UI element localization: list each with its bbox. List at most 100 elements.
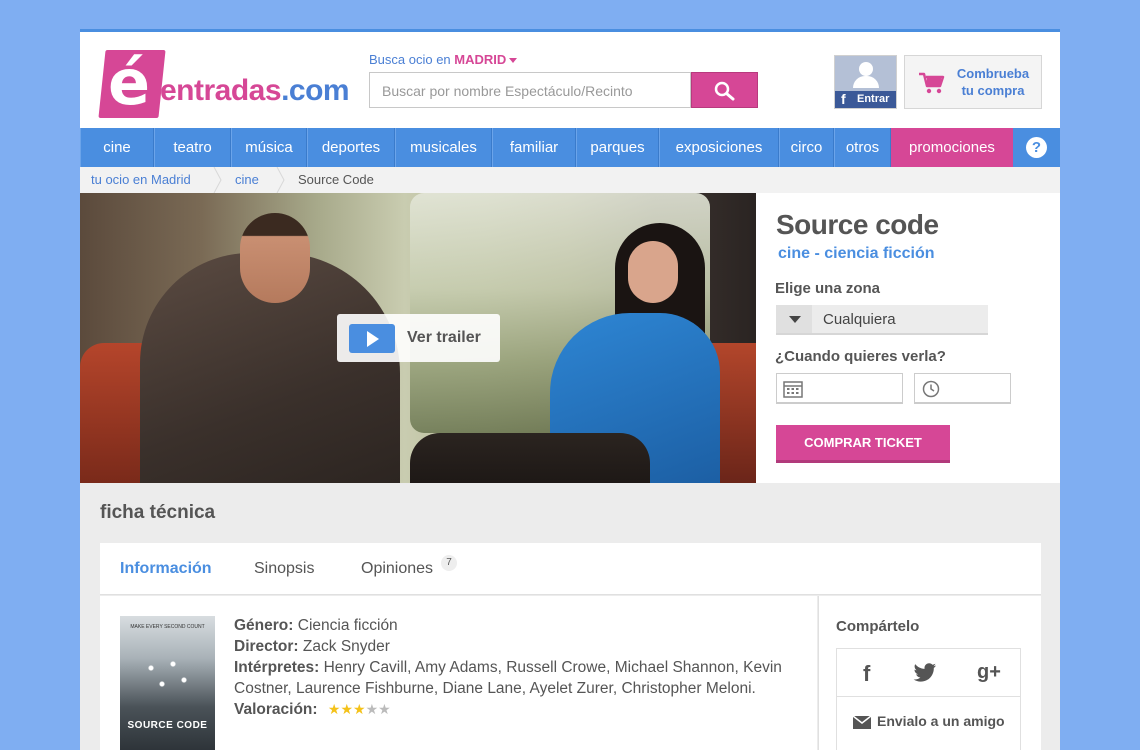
poster-title: SOURCE CODE bbox=[127, 720, 208, 731]
nav-promociones[interactable]: promociones bbox=[891, 128, 1013, 167]
rating-label: Valoración: bbox=[234, 701, 318, 718]
calendar-icon bbox=[783, 381, 803, 398]
buy-ticket-button[interactable]: COMPRAR TICKET bbox=[776, 425, 950, 463]
nav-exposiciones[interactable]: exposiciones bbox=[659, 128, 779, 167]
cart-icon bbox=[919, 72, 945, 94]
check-purchase-button[interactable]: Combrueba tu compra bbox=[904, 55, 1042, 109]
chevron-down-icon bbox=[509, 58, 518, 64]
city-name: MADRID bbox=[454, 52, 507, 67]
play-icon bbox=[349, 324, 395, 353]
site-logo[interactable]: é entradas.com bbox=[98, 46, 350, 120]
nav-musicales[interactable]: musicales bbox=[395, 128, 492, 167]
help-icon: ? bbox=[1026, 137, 1047, 158]
nav-familiar[interactable]: familiar bbox=[492, 128, 576, 167]
search-label-prefix: Busca ocio en bbox=[369, 52, 451, 67]
watch-trailer-button[interactable]: Ver trailer bbox=[337, 314, 500, 362]
section-title: ficha técnica bbox=[100, 502, 216, 523]
hero-image: Ver trailer bbox=[80, 193, 756, 483]
facebook-icon[interactable]: f bbox=[863, 661, 870, 687]
chevron-down-icon bbox=[776, 305, 812, 333]
movie-poster[interactable]: MAKE EVERY SECOND COUNT SOURCE CODE bbox=[120, 616, 215, 750]
header: é entradas.com Busca ocio en MADRID Busc… bbox=[80, 32, 1060, 128]
search-icon bbox=[714, 81, 735, 101]
logo-tld: .com bbox=[281, 74, 350, 107]
clock-icon bbox=[922, 380, 940, 398]
star-filled-icon: ★ bbox=[340, 701, 353, 718]
avatar-head bbox=[859, 62, 873, 76]
send-to-friend-label: Envialo a un amigo bbox=[877, 713, 1005, 729]
search-input[interactable]: Buscar por nombre Espectáculo/Recinto bbox=[369, 72, 691, 108]
genre-label: Género: bbox=[234, 617, 294, 634]
tab-sinopsis[interactable]: Sinopsis bbox=[254, 560, 314, 578]
nav-musica[interactable]: música bbox=[231, 128, 307, 167]
rating-stars: ★★★★★ bbox=[328, 699, 391, 720]
genre-value: Ciencia ficción bbox=[297, 617, 398, 634]
star-empty-icon: ★ bbox=[365, 701, 379, 718]
breadcrumb-item-madrid[interactable]: tu ocio en Madrid bbox=[91, 167, 191, 193]
facebook-login-bar: f Entrar bbox=[835, 91, 896, 108]
zone-select[interactable]: Cualquiera bbox=[776, 305, 988, 335]
zone-value: Cualquiera bbox=[823, 311, 896, 328]
mail-icon bbox=[852, 715, 872, 729]
facebook-icon: f bbox=[841, 91, 846, 107]
zone-label: Elige una zona bbox=[775, 280, 881, 297]
main-nav: cine teatro música deportes musicales fa… bbox=[80, 128, 1060, 167]
check-purchase-line1: Combrueba bbox=[956, 66, 1030, 81]
hero-figure-woman-face bbox=[628, 241, 678, 303]
hero-figure-legs bbox=[410, 433, 650, 483]
logo-text: entradas.com bbox=[160, 74, 350, 108]
check-purchase-line2: tu compra bbox=[961, 83, 1025, 98]
breadcrumb-current: Source Code bbox=[298, 172, 374, 187]
poster-tagline: MAKE EVERY SECOND COUNT bbox=[130, 624, 205, 630]
nav-teatro[interactable]: teatro bbox=[154, 128, 231, 167]
poster-art bbox=[140, 656, 195, 696]
movie-details: Género: Ciencia ficción Director: Zack S… bbox=[234, 615, 794, 720]
city-selector[interactable]: Busca ocio en MADRID bbox=[369, 52, 518, 67]
avatar-body bbox=[853, 76, 879, 88]
cast-row: Intérpretes: Henry Cavill, Amy Adams, Ru… bbox=[234, 657, 794, 699]
tab-opiniones-label: Opiniones bbox=[361, 560, 434, 577]
facebook-login[interactable]: f Entrar bbox=[834, 55, 897, 109]
breadcrumb-separator bbox=[213, 167, 222, 193]
nav-parques[interactable]: parques bbox=[576, 128, 659, 167]
page: é entradas.com Busca ocio en MADRID Busc… bbox=[80, 29, 1060, 750]
tab-opiniones[interactable]: Opiniones 7 bbox=[361, 555, 457, 578]
star-filled-icon: ★ bbox=[353, 701, 366, 718]
search-button[interactable] bbox=[691, 72, 758, 108]
when-label: ¿Cuando quieres verla? bbox=[775, 348, 946, 365]
share-panel: Compártelo f g+ Envialo a un amigo bbox=[818, 596, 1041, 750]
facebook-login-label: Entrar bbox=[857, 93, 890, 105]
nav-cine[interactable]: cine bbox=[80, 128, 154, 167]
time-field[interactable] bbox=[914, 373, 1011, 404]
hero-figure-man-head bbox=[240, 213, 310, 303]
watch-trailer-label: Ver trailer bbox=[407, 329, 481, 346]
director-value: Zack Snyder bbox=[302, 638, 390, 655]
nav-otros[interactable]: otros bbox=[834, 128, 891, 167]
star-empty-icon: ★ bbox=[378, 701, 391, 718]
breadcrumb-item-cine[interactable]: cine bbox=[235, 167, 259, 193]
movie-title: Source code bbox=[776, 209, 939, 240]
tabs: Información Sinopsis Opiniones 7 bbox=[100, 543, 1041, 595]
date-field[interactable] bbox=[776, 373, 903, 404]
booking-panel: Source code cine - ciencia ficción Elige… bbox=[756, 193, 1060, 483]
movie-info: MAKE EVERY SECOND COUNT SOURCE CODE Géne… bbox=[100, 596, 817, 750]
share-box: f g+ Envialo a un amigo bbox=[836, 648, 1021, 750]
director-label: Director: bbox=[234, 638, 299, 655]
breadcrumb: tu ocio en Madrid cine Source Code bbox=[80, 167, 1060, 193]
check-purchase-label: Combrueba tu compra bbox=[953, 65, 1033, 99]
send-to-friend-button[interactable]: Envialo a un amigo bbox=[852, 713, 1005, 729]
share-icons: f g+ bbox=[837, 649, 1020, 697]
breadcrumb-separator bbox=[276, 167, 285, 193]
nav-deportes[interactable]: deportes bbox=[307, 128, 395, 167]
movie-category[interactable]: cine - ciencia ficción bbox=[778, 245, 935, 263]
logo-e: é bbox=[108, 46, 151, 119]
genre-row: Género: Ciencia ficción bbox=[234, 615, 794, 636]
cast-label: Intérpretes: bbox=[234, 659, 320, 676]
tab-informacion[interactable]: Información bbox=[120, 560, 212, 578]
help-button[interactable]: ? bbox=[1013, 128, 1059, 167]
twitter-icon[interactable] bbox=[913, 663, 937, 683]
google-plus-icon[interactable]: g+ bbox=[977, 661, 1001, 684]
share-title: Compártelo bbox=[836, 618, 920, 635]
star-filled-icon: ★ bbox=[327, 701, 341, 718]
nav-circo[interactable]: circo bbox=[779, 128, 834, 167]
